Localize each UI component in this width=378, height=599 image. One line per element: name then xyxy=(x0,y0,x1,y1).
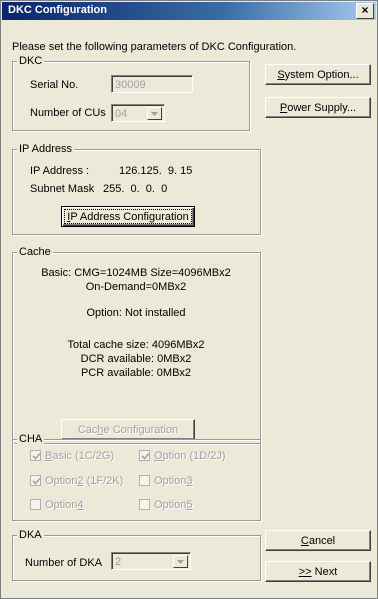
number-of-cus-select[interactable]: 04 xyxy=(111,104,165,122)
close-icon[interactable]: × xyxy=(356,3,374,19)
cha-option-checkbox[interactable] xyxy=(139,450,150,461)
cha-option2-checkbox[interactable] xyxy=(30,475,41,486)
dkc-group-legend: DKC xyxy=(17,55,45,67)
title-bar[interactable]: DKC Configuration × xyxy=(2,2,376,20)
dcr-available: DCR available: 0MBx2 xyxy=(80,353,192,365)
power-supply-button[interactable]: Power Supply... xyxy=(265,97,371,118)
cache-basic-line2: On-Demand=0MBx2 xyxy=(85,281,187,293)
subnet-mask-label: Subnet Mask xyxy=(30,183,95,195)
cha-option4-label: Option4 xyxy=(45,499,84,511)
serial-number-field[interactable]: 30009 xyxy=(111,75,193,93)
dropdown-arrow-icon[interactable] xyxy=(173,555,188,568)
cha-basic-checkbox[interactable] xyxy=(30,450,41,461)
subnet-mask-value: 255. 0. 0. 0 xyxy=(103,183,168,195)
cancel-button[interactable]: Cancel xyxy=(265,530,371,551)
cha-option3-checkbox[interactable] xyxy=(139,475,150,486)
ip-address-group-legend: IP Address xyxy=(17,143,74,155)
intro-text: Please set the following parameters of D… xyxy=(12,41,297,53)
serial-number-label: Serial No. xyxy=(30,79,79,91)
cha-option-label: Option (1D/2J) xyxy=(154,450,226,462)
ip-address-configuration-button[interactable]: IP Address Configuration xyxy=(61,206,195,227)
cha-option4-checkbox[interactable] xyxy=(30,499,41,510)
cache-total-size: Total cache size: 4096MBx2 xyxy=(67,339,205,351)
cha-basic-label: Basic (1C/2G) xyxy=(45,450,115,462)
cha-option3-label: Option3 xyxy=(154,475,193,487)
dropdown-arrow-icon[interactable] xyxy=(147,107,162,120)
number-of-dka-label: Number of DKA xyxy=(25,557,103,569)
cha-option5-checkbox[interactable] xyxy=(139,499,150,510)
dka-group-legend: DKA xyxy=(17,529,44,541)
ip-address-label: IP Address : xyxy=(30,165,90,177)
dkc-configuration-dialog: DKC Configuration × Please set the follo… xyxy=(0,0,378,599)
cache-basic-line1: Basic: CMG=1024MB Size=4096MBx2 xyxy=(41,267,231,279)
pcr-available: PCR available: 0MBx2 xyxy=(80,367,192,379)
ip-address-value: 126.125. 9. 15 xyxy=(119,165,193,177)
cha-option2-label: Option2 (1F/2K) xyxy=(45,475,124,487)
number-of-cus-label: Number of CUs xyxy=(30,107,106,119)
cha-option5-label: Option5 xyxy=(154,499,193,511)
number-of-dka-select[interactable]: 2 xyxy=(111,552,191,570)
cache-group-legend: Cache xyxy=(17,246,53,258)
window-title: DKC Configuration xyxy=(8,4,107,16)
cache-option-text: Option: Not installed xyxy=(86,307,186,319)
cha-group-legend: CHA xyxy=(17,433,45,445)
system-option-button[interactable]: System Option... xyxy=(265,64,371,85)
next-button[interactable]: >> Next xyxy=(265,561,371,582)
